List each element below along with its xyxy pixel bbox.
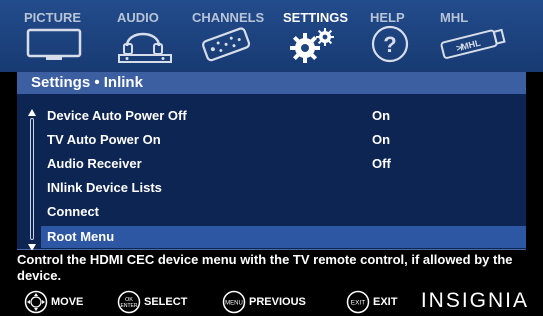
tv-icon xyxy=(26,28,82,60)
tab-settings[interactable]: SETTINGS xyxy=(283,0,351,72)
scrollbar[interactable] xyxy=(27,108,37,251)
tab-label: AUDIO xyxy=(117,10,159,25)
menu-item-value: On xyxy=(372,132,391,147)
menu-item-value: Off xyxy=(372,156,391,171)
tab-help[interactable]: HELP ? xyxy=(370,0,426,72)
menu-item-label: Connect xyxy=(47,204,99,219)
menu-item-label: TV Auto Power On xyxy=(47,132,161,147)
help-text-area: Control the HDMI CEC device menu with th… xyxy=(0,250,543,286)
svg-text:EXIT: EXIT xyxy=(351,300,365,307)
menu-item-label: INlink Device Lists xyxy=(47,180,162,195)
tab-label: PICTURE xyxy=(24,10,82,25)
tv-settings-screen: PICTURE AUDIO CHANNELS SETTINGS HELP ? M… xyxy=(0,0,543,316)
menu-item-tv-auto-power-on[interactable]: TV Auto Power On On xyxy=(41,129,526,151)
help-text: Control the HDMI CEC device menu with th… xyxy=(17,252,513,283)
hint-move: MOVE xyxy=(24,290,104,314)
hint-label: PREVIOUS xyxy=(249,296,306,308)
hint-select: OK ENTER SELECT xyxy=(117,290,197,314)
page-title: Settings • Inlink xyxy=(31,74,143,91)
menu-button-icon: MENU xyxy=(222,290,246,314)
menu-item-label: Audio Receiver xyxy=(47,156,142,171)
exit-button-icon: EXIT xyxy=(346,290,370,314)
tab-mhl[interactable]: MHL ≯MHL xyxy=(428,0,514,72)
mhl-cable-icon: ≯MHL xyxy=(440,28,506,59)
remote-icon xyxy=(201,27,251,62)
gears-icon xyxy=(290,28,334,63)
tab-label: SETTINGS xyxy=(283,10,349,25)
headphones-icon xyxy=(118,32,172,63)
menu-item-connect[interactable]: Connect xyxy=(41,201,526,223)
hint-exit: EXIT EXIT xyxy=(346,290,416,314)
settings-panel: Settings • Inlink Device Auto Power Off … xyxy=(17,72,526,251)
tab-label: MHL xyxy=(440,10,469,25)
hint-label: SELECT xyxy=(144,296,188,308)
menu-item-device-auto-power-off[interactable]: Device Auto Power Off On xyxy=(41,105,526,127)
menu-item-root-menu[interactable]: Root Menu xyxy=(41,226,526,248)
menu-item-label: Root Menu xyxy=(47,229,115,244)
panel-header: Settings • Inlink xyxy=(17,72,526,94)
footer-hints: MOVE OK ENTER SELECT MENU PREVIOUS EXIT … xyxy=(0,286,543,316)
menu-tab-bar: PICTURE AUDIO CHANNELS SETTINGS HELP ? M… xyxy=(0,0,543,72)
svg-text:MENU: MENU xyxy=(225,301,243,307)
menu-item-label: Device Auto Power Off xyxy=(47,108,187,123)
ok-enter-button-icon: OK ENTER xyxy=(117,290,141,314)
scroll-up-arrow-icon xyxy=(28,109,36,116)
hint-previous: MENU PREVIOUS xyxy=(222,290,322,314)
menu-item-inlink-device-lists[interactable]: INlink Device Lists xyxy=(41,177,526,199)
dpad-icon xyxy=(24,290,48,314)
tab-audio[interactable]: AUDIO xyxy=(117,0,179,72)
hint-label: MOVE xyxy=(51,296,84,308)
brand-logo: INSIGNIA xyxy=(420,289,529,312)
tab-channels[interactable]: CHANNELS xyxy=(192,0,268,72)
scroll-track xyxy=(30,118,34,240)
svg-text:?: ? xyxy=(383,32,396,57)
svg-text:ENTER: ENTER xyxy=(121,303,138,309)
menu-item-audio-receiver[interactable]: Audio Receiver Off xyxy=(41,153,526,175)
menu-item-value: On xyxy=(372,108,391,123)
hint-label: EXIT xyxy=(373,296,398,308)
tab-picture[interactable]: PICTURE xyxy=(24,0,94,72)
help-icon: ? xyxy=(371,25,409,63)
tab-label: CHANNELS xyxy=(192,10,265,25)
